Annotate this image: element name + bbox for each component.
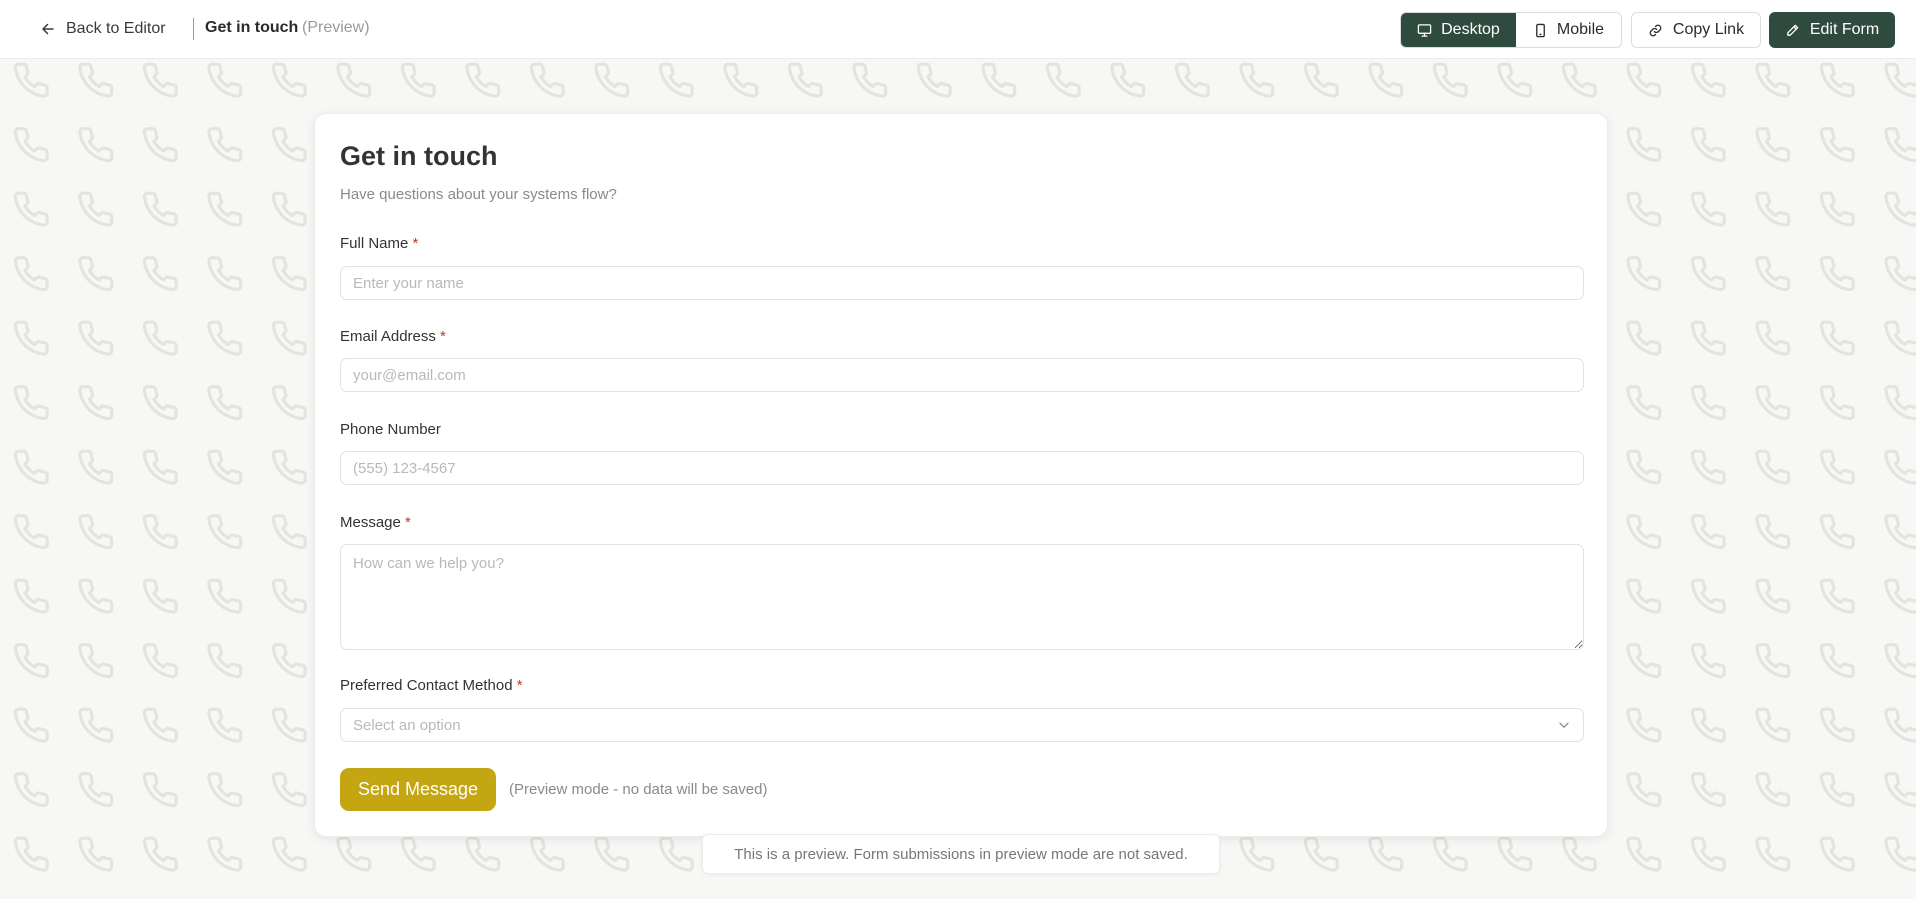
back-to-editor-label: Back to Editor (66, 20, 166, 37)
email-label: Email Address * (340, 328, 446, 345)
required-marker: * (516, 677, 523, 694)
phone-input[interactable] (340, 451, 1584, 485)
form-name: Get in touch (205, 19, 299, 36)
form-card: Get in touch Have questions about your s… (314, 113, 1608, 837)
top-bar: Back to Editor Get in touch (Preview) De… (0, 0, 1916, 59)
preview-notice-text: This is a preview. Form submissions in p… (734, 845, 1188, 863)
message-label-text: Message (340, 514, 401, 531)
copy-link-button[interactable]: Copy Link (1631, 12, 1761, 48)
contact-method-label: Preferred Contact Method * (340, 677, 523, 694)
header-divider (193, 18, 194, 40)
message-textarea[interactable] (340, 544, 1584, 650)
copy-link-label: Copy Link (1672, 21, 1745, 38)
smartphone-icon (1536, 23, 1545, 37)
desktop-view-button[interactable]: Desktop (1401, 13, 1516, 47)
send-message-button[interactable]: Send Message (340, 768, 496, 811)
link-icon (1649, 24, 1662, 36)
preview-tag: (Preview) (302, 19, 370, 36)
chevron-down-icon (1559, 722, 1569, 728)
full-name-label: Full Name * (340, 235, 418, 252)
edit-form-label: Edit Form (1809, 21, 1880, 38)
monitor-icon (1417, 23, 1432, 37)
full-name-label-text: Full Name (340, 235, 409, 252)
contact-method-placeholder: Select an option (353, 716, 461, 734)
preview-mode-note: (Preview mode - no data will be saved) (509, 781, 768, 798)
pencil-icon (1786, 24, 1799, 36)
message-label: Message * (340, 514, 411, 531)
desktop-view-label: Desktop (1441, 21, 1500, 38)
phone-label: Phone Number (340, 421, 441, 438)
contact-method-select[interactable]: Select an option (340, 708, 1584, 742)
edit-form-button[interactable]: Edit Form (1769, 12, 1895, 48)
form-title: Get in touch (340, 141, 498, 171)
send-message-label: Send Message (357, 779, 479, 799)
form-subtitle: Have questions about your systems flow? (340, 186, 617, 203)
arrow-left-icon (42, 23, 54, 35)
back-to-editor-button[interactable]: Back to Editor (40, 17, 166, 41)
contact-method-label-text: Preferred Contact Method (340, 677, 513, 694)
preview-notice-toast: This is a preview. Form submissions in p… (702, 834, 1220, 874)
email-label-text: Email Address (340, 328, 436, 345)
phone-label-text: Phone Number (340, 421, 441, 438)
view-toggle: Desktop Mobile (1400, 12, 1622, 48)
required-marker: * (440, 328, 446, 345)
required-marker: * (412, 235, 419, 252)
mobile-view-label: Mobile (1556, 21, 1605, 38)
mobile-view-button[interactable]: Mobile (1516, 13, 1621, 47)
required-marker: * (405, 514, 411, 531)
full-name-input[interactable] (340, 266, 1584, 300)
email-input[interactable] (340, 358, 1584, 392)
